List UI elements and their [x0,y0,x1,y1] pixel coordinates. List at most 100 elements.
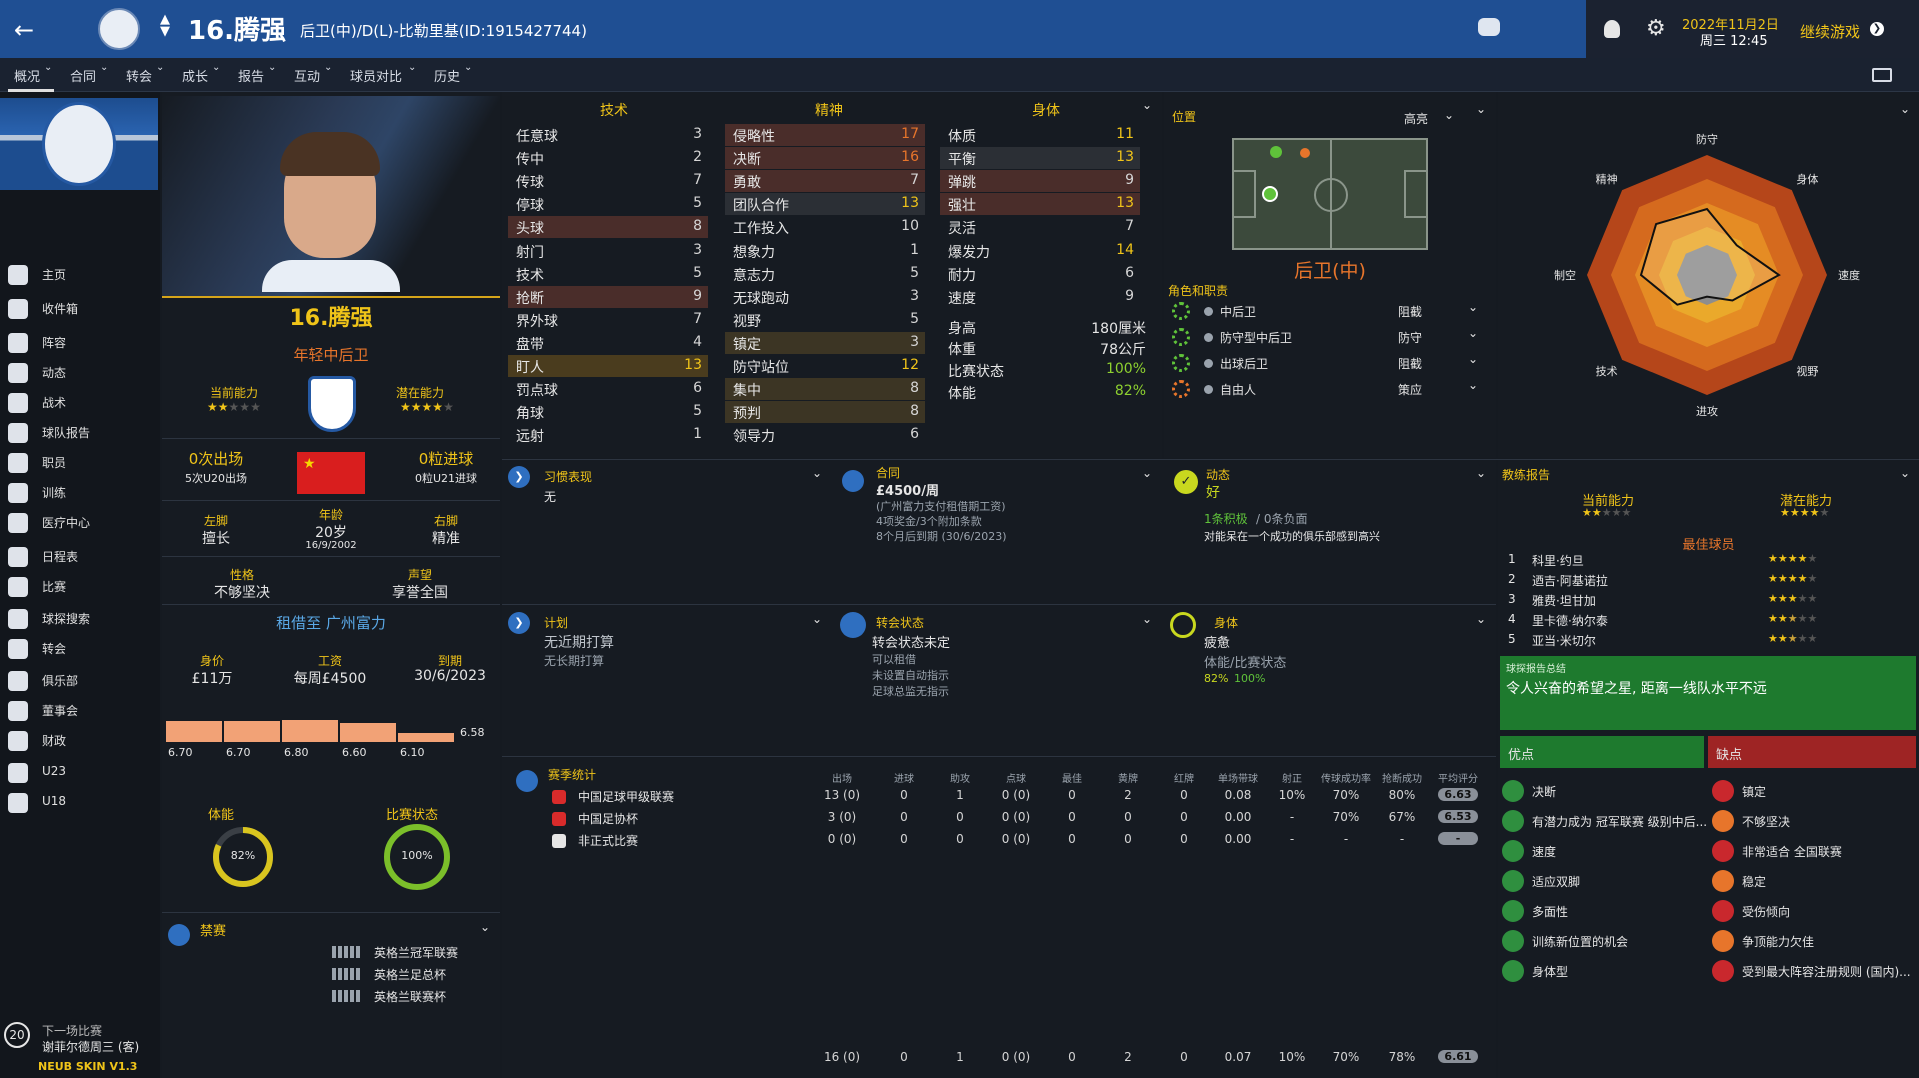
pro-item[interactable]: 决断 [1532,783,1556,800]
gear-icon[interactable]: ⚙ [1646,16,1666,41]
attribute-row[interactable]: 传中 2 [508,147,708,169]
role-duty-select[interactable]: 阻截 [1398,355,1422,372]
attribute-row[interactable]: 侵略性 17 [725,124,925,146]
stats-column-header[interactable]: 出场 [814,770,870,785]
habits-chevron-icon[interactable]: ⌄ [812,466,822,480]
best-player-name[interactable]: 迺吉·阿基诺拉 [1532,572,1608,589]
attribute-row[interactable]: 决断 16 [725,147,925,170]
sidebar-item-16[interactable]: U23 [0,756,160,790]
loan-status[interactable]: 租借至 广州富力 [162,612,500,633]
plan-title[interactable]: 计划 [544,614,568,631]
duty-chevron-icon[interactable]: ⌄ [1468,300,1478,314]
radar-chevron-icon[interactable]: ⌄ [1900,102,1910,116]
position-title[interactable]: 位置 [1172,108,1196,125]
position-chevron-icon[interactable]: ⌄ [1476,102,1486,116]
best-player-name[interactable]: 亚当·米切尔 [1532,632,1596,649]
sidebar-item-8[interactable]: 医疗中心 [0,506,160,540]
back-arrow-icon[interactable]: ← [14,16,34,44]
attribute-row[interactable]: 盘带 4 [508,332,708,354]
attribute-row[interactable]: 预判 8 [725,401,925,424]
tab-2[interactable]: 转会 [126,66,152,85]
competition-name[interactable]: 中国足球甲级联赛 [578,788,674,805]
tab-chevron-icon[interactable]: ⌄ [324,62,332,73]
attribute-row[interactable]: 任意球 3 [508,124,708,146]
attribute-row[interactable]: 领导力 6 [725,424,925,446]
attribute-row[interactable]: 平衡 13 [940,147,1140,170]
attribute-row[interactable]: 速度 9 [940,286,1140,308]
attribute-row[interactable]: 头球 8 [508,216,708,239]
con-item[interactable]: 争顶能力欠佳 [1742,933,1814,950]
stats-column-header[interactable]: 传球成功率 [1318,770,1374,785]
info-icon[interactable] [1204,333,1213,342]
trophy-icon[interactable] [1604,20,1620,38]
continue-arrow-icon[interactable]: ❯ [1870,22,1884,36]
role-name[interactable]: 自由人 [1220,381,1256,398]
tab-7[interactable]: 历史 [434,66,460,85]
con-item[interactable]: 非常适合 全国联赛 [1742,843,1842,860]
tab-4[interactable]: 报告 [238,66,264,85]
plan-chevron-icon[interactable]: ⌄ [812,612,822,626]
info-icon[interactable] [1204,385,1213,394]
attribute-row[interactable]: 传球 7 [508,170,708,192]
attribute-row[interactable]: 耐力 6 [940,263,1140,285]
attribute-row[interactable]: 无球跑动 3 [725,286,925,308]
attribute-row[interactable]: 工作投入 10 [725,216,925,238]
role-name[interactable]: 出球后卫 [1220,355,1268,372]
attribute-row[interactable]: 勇敢 7 [725,170,925,193]
sidebar-item-2[interactable]: 阵容 [0,326,160,360]
highlight-chevron-icon[interactable]: ⌄ [1444,108,1454,122]
tab-1[interactable]: 合同 [70,66,96,85]
pro-item[interactable]: 适应双脚 [1532,873,1580,890]
pro-item[interactable]: 训练新位置的机会 [1532,933,1628,950]
attribute-row[interactable]: 技术 5 [508,263,708,285]
continue-button[interactable]: 继续游戏 [1800,21,1860,42]
morale-chevron-icon[interactable]: ⌄ [1476,466,1486,480]
pro-item[interactable]: 多面性 [1532,903,1568,920]
duty-chevron-icon[interactable]: ⌄ [1468,378,1478,392]
attribute-row[interactable]: 体质 11 [940,124,1140,146]
sidebar-item-11[interactable]: 球探搜索 [0,602,160,636]
tab-0[interactable]: 概况 [14,66,40,85]
competition-name[interactable]: 非正式比赛 [578,832,638,849]
player-switch-icon[interactable]: ▲ ▼ [160,13,170,38]
transfer-title[interactable]: 转会状态 [876,614,924,631]
tab-6[interactable]: 球员对比 [350,66,402,85]
monitor-icon[interactable] [1872,68,1892,82]
stats-column-header[interactable]: 射正 [1264,770,1320,785]
stats-column-header[interactable]: 点球 [988,770,1044,785]
pro-item[interactable]: 身体型 [1532,963,1568,980]
attribute-row[interactable]: 停球 5 [508,193,708,215]
sidebar-item-10[interactable]: 比赛 [0,570,160,604]
physical-chevron-icon[interactable]: ⌄ [1476,612,1486,626]
attribute-row[interactable]: 远射 1 [508,424,708,446]
stats-column-header[interactable]: 红牌 [1156,770,1212,785]
best-player-name[interactable]: 里卡德·纳尔泰 [1532,612,1608,629]
stats-column-header[interactable]: 平均评分 [1430,770,1486,785]
pro-item[interactable]: 有潜力成为 冠军联赛 级别中后... [1532,813,1707,830]
con-item[interactable]: 受到最大阵容注册规则 (国内)... [1742,963,1911,980]
tab-chevron-icon[interactable]: ⌄ [100,62,108,73]
sidebar-item-0[interactable]: 主页 [0,258,160,292]
attribute-row[interactable]: 爆发力 14 [940,240,1140,262]
sidebar-item-14[interactable]: 董事会 [0,694,160,728]
report-title[interactable]: 教练报告 [1502,466,1550,483]
role-name[interactable]: 中后卫 [1220,303,1256,320]
tab-chevron-icon[interactable]: ⌄ [156,62,164,73]
sidebar-item-6[interactable]: 职员 [0,446,160,480]
attribute-row[interactable]: 弹跳 9 [940,170,1140,193]
attribute-row[interactable]: 意志力 5 [725,263,925,285]
best-player-name[interactable]: 雅费·坦甘加 [1532,592,1596,609]
role-duty-select[interactable]: 防守 [1398,329,1422,346]
tab-chevron-icon[interactable]: ⌄ [268,62,276,73]
attribute-row[interactable]: 角球 5 [508,401,708,423]
role-duty-select[interactable]: 阻截 [1398,303,1422,320]
stats-column-header[interactable]: 抢断成功 [1374,770,1430,785]
info-icon[interactable] [1204,359,1213,368]
sidebar-item-12[interactable]: 转会 [0,632,160,666]
sidebar-item-5[interactable]: 球队报告 [0,416,160,450]
stats-column-header[interactable]: 助攻 [932,770,988,785]
role-name[interactable]: 防守型中后卫 [1220,329,1292,346]
tab-3[interactable]: 成长 [182,66,208,85]
attribute-row[interactable]: 团队合作 13 [725,193,925,216]
attribute-row[interactable]: 罚点球 6 [508,378,708,400]
